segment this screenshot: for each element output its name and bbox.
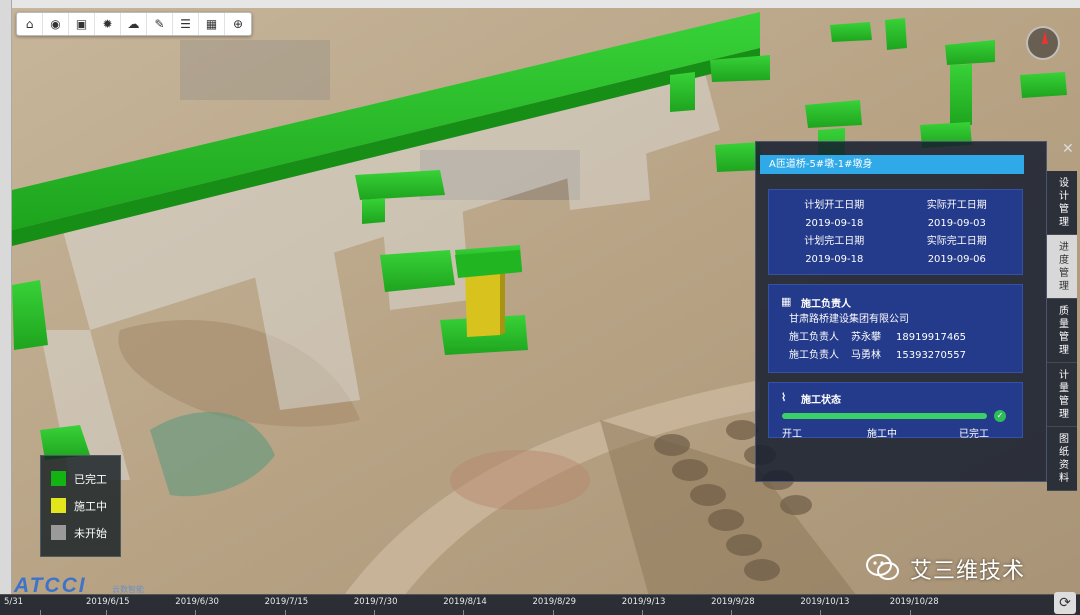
legend-item: 施工中 bbox=[51, 492, 110, 519]
timeline-tick-mark bbox=[284, 610, 286, 615]
contact-phone: 18919917465 bbox=[896, 332, 966, 343]
measure-button[interactable]: ✎ bbox=[147, 13, 173, 35]
sun-button[interactable]: ✹ bbox=[95, 13, 121, 35]
list-button[interactable]: ☰ bbox=[173, 13, 199, 35]
building-icon: ▦ bbox=[781, 295, 792, 308]
check-icon: ✓ bbox=[994, 410, 1006, 422]
progress-fill bbox=[782, 413, 987, 419]
tab-design[interactable]: 设计管理 bbox=[1047, 171, 1077, 235]
timeline-bar[interactable]: 5/31 2019/6/15 2019/6/30 2019/7/15 2019/7/30… bbox=[0, 594, 1080, 615]
home-icon: ⌂ bbox=[25, 17, 34, 31]
sun-icon: ✹ bbox=[102, 17, 113, 31]
stage-in-progress: 施工中 bbox=[867, 429, 897, 440]
timeline-tick-label: 2019/8/14 bbox=[443, 597, 487, 607]
legend-swatch bbox=[51, 525, 66, 540]
stage-start: 开工 bbox=[782, 429, 802, 440]
actual-start-label: 实际开工日期 bbox=[926, 200, 987, 211]
legend-label: 已完工 bbox=[74, 472, 107, 486]
timeline-tick-label: 2019/9/28 bbox=[711, 597, 755, 607]
timeline-tick-mark bbox=[40, 610, 41, 615]
side-tab-bar: 设计管理 进度管理 质量管理 计量管理 图纸资料 bbox=[1047, 171, 1077, 491]
compass-needle bbox=[1042, 31, 1048, 44]
timeline-tick-label: 5/31 bbox=[4, 597, 24, 607]
list-icon: ☰ bbox=[180, 17, 191, 31]
plan-end-label: 计划完工日期 bbox=[804, 236, 865, 247]
timeline-tick-label: 2019/6/30 bbox=[175, 597, 219, 607]
timeline-tick-label: 2019/7/15 bbox=[264, 597, 309, 607]
plan-start-label: 计划开工日期 bbox=[804, 200, 865, 211]
actual-end-value: 2019-09-06 bbox=[927, 254, 986, 265]
progress-bar bbox=[782, 413, 987, 419]
contact-row: 施工负责人 苏永攀 18919917465 bbox=[769, 329, 1022, 347]
legend-swatch bbox=[51, 498, 66, 513]
status-heading: 施工状态 bbox=[801, 394, 841, 406]
timeline-tick-mark bbox=[552, 610, 554, 615]
cloud-button[interactable]: ☁ bbox=[121, 13, 147, 35]
panel-title: A匝道桥-5#墩-1#墩身 bbox=[760, 155, 1024, 174]
contact-role: 施工负责人 bbox=[789, 350, 839, 361]
contractor-company: 甘肃路桥建设集团有限公司 bbox=[789, 314, 909, 325]
timeline-tick-mark bbox=[641, 610, 643, 615]
legend-swatch bbox=[51, 471, 66, 486]
dates-card: 计划开工日期 实际开工日期 2019-09-18 2019-09-03 计划完工… bbox=[768, 189, 1023, 275]
viewport-top-frame bbox=[0, 0, 1080, 8]
actual-start-value: 2019-09-03 bbox=[927, 218, 986, 229]
globe-button[interactable]: ⊕ bbox=[225, 13, 251, 35]
contact-role: 施工负责人 bbox=[789, 332, 839, 343]
contractor-heading: 施工负责人 bbox=[801, 298, 851, 310]
plan-end-value: 2019-09-18 bbox=[805, 254, 864, 265]
timeline-tick-label: 2019/8/29 bbox=[532, 597, 577, 607]
globe-icon: ⊕ bbox=[232, 17, 244, 31]
legend-label: 未开始 bbox=[74, 526, 107, 540]
timeline-reset-button[interactable]: ⟳ bbox=[1054, 592, 1076, 614]
legend-item: 已完工 bbox=[51, 465, 110, 492]
measure-icon: ✎ bbox=[154, 17, 165, 31]
image-button[interactable]: ▣ bbox=[69, 13, 95, 35]
plan-start-value: 2019-09-18 bbox=[805, 218, 864, 229]
timeline-tick-label: 2019/10/13 bbox=[800, 597, 850, 607]
timeline-tick-mark bbox=[195, 610, 197, 615]
compass-icon[interactable] bbox=[1026, 26, 1060, 60]
stage-complete: 已完工 bbox=[959, 429, 989, 440]
timeline-tick-mark bbox=[106, 610, 107, 615]
tab-measure[interactable]: 计量管理 bbox=[1047, 363, 1077, 427]
wechat-icon bbox=[866, 554, 899, 580]
tab-progress[interactable]: 进度管理 bbox=[1047, 235, 1077, 299]
timeline-tick-label: 2019/7/30 bbox=[353, 597, 398, 607]
timeline-tick-label: 2019/6/15 bbox=[86, 597, 130, 607]
component-info-panel: A匝道桥-5#墩-1#墩身 计划开工日期 实际开工日期 2019-09-18 2… bbox=[755, 141, 1047, 482]
actual-end-label: 实际完工日期 bbox=[926, 236, 987, 247]
timeline-tick-label: 2019/10/28 bbox=[889, 597, 939, 607]
timeline-tick-mark bbox=[909, 610, 911, 615]
pulse-icon: ⌇ bbox=[781, 391, 787, 404]
tab-drawings[interactable]: 图纸资料 bbox=[1047, 427, 1077, 491]
timeline-tick-label: 2019/9/13 bbox=[621, 597, 666, 607]
viewport-left-frame bbox=[0, 0, 12, 615]
calendar-icon: ▦ bbox=[205, 17, 218, 31]
status-card: ⌇ 施工状态 ✓ 开工 施工中 已完工 bbox=[768, 382, 1023, 440]
eye-button[interactable]: ◉ bbox=[43, 13, 69, 35]
contractor-card: ▦ 施工负责人 甘肃路桥建设集团有限公司 施工负责人 苏永攀 189199174… bbox=[768, 284, 1023, 373]
eye-icon: ◉ bbox=[50, 17, 61, 31]
home-button[interactable]: ⌂ bbox=[17, 13, 43, 35]
contact-name: 苏永攀 bbox=[851, 332, 881, 343]
contact-name: 马勇林 bbox=[851, 350, 881, 361]
map-toolbar: ⌂ ◉ ▣ ✹ ☁ ✎ ☰ ▦ ⊕ bbox=[16, 12, 252, 36]
calendar-button[interactable]: ▦ bbox=[199, 13, 225, 35]
legend-item: 未开始 bbox=[51, 519, 110, 546]
timeline-tick-mark bbox=[373, 610, 375, 615]
legend-label: 施工中 bbox=[74, 499, 107, 513]
watermark-text: 艾三维技术 bbox=[910, 559, 1026, 584]
timeline-tick-mark bbox=[731, 610, 733, 615]
close-panel-button[interactable]: ✕ bbox=[1062, 142, 1076, 156]
image-icon: ▣ bbox=[75, 17, 88, 31]
timeline-tick-mark bbox=[820, 610, 822, 615]
tab-quality[interactable]: 质量管理 bbox=[1047, 299, 1077, 363]
timeline-tick-mark bbox=[463, 610, 465, 615]
contact-phone: 15393270557 bbox=[896, 350, 966, 361]
cloud-icon: ☁ bbox=[127, 17, 140, 31]
contact-row: 施工负责人 马勇林 15393270557 bbox=[769, 347, 1022, 365]
status-legend: 已完工 施工中 未开始 bbox=[40, 455, 121, 557]
